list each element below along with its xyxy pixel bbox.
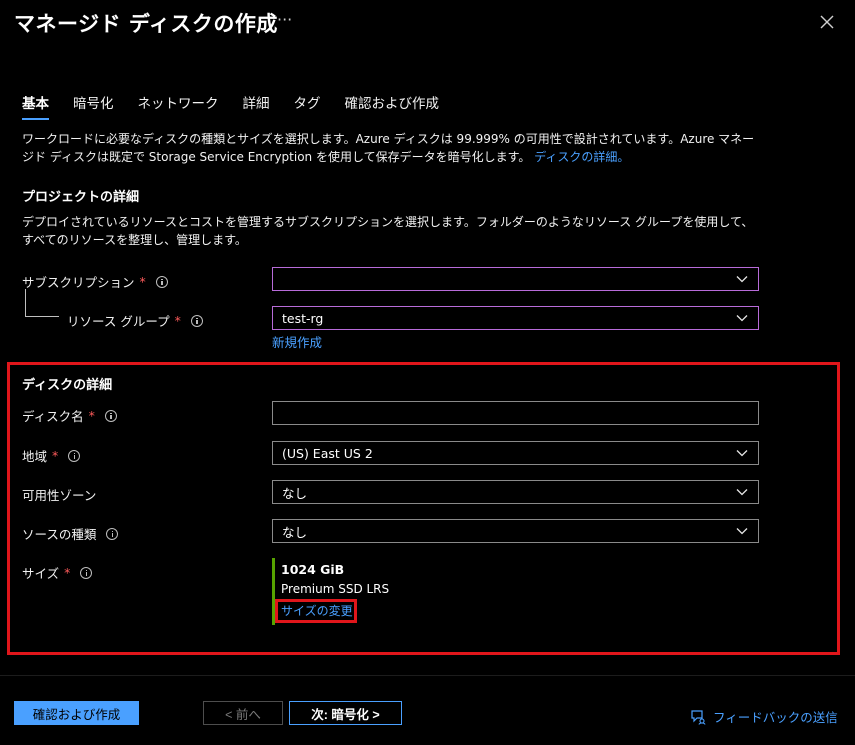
page-title: マネージド ディスクの作成	[14, 12, 278, 36]
source-type-label-text: ソースの種類	[22, 527, 97, 542]
source-type-select[interactable]: なし	[272, 519, 759, 543]
subscription-select[interactable]	[272, 267, 759, 291]
disk-details-heading: ディスクの詳細	[22, 378, 113, 393]
change-size-highlight	[275, 599, 357, 623]
tab-tags[interactable]: タグ	[294, 92, 321, 120]
subscription-label-text: サブスクリプション	[22, 275, 135, 290]
resource-group-select[interactable]: test-rg	[272, 306, 759, 330]
tree-connector	[25, 289, 26, 317]
required-mark: *	[174, 313, 181, 328]
tab-review-create[interactable]: 確認および作成	[345, 92, 440, 120]
region-label-text: 地域	[22, 449, 48, 464]
close-icon[interactable]	[816, 11, 838, 33]
tab-basics[interactable]: 基本	[22, 92, 49, 120]
disk-name-input[interactable]	[272, 401, 759, 425]
info-icon[interactable]	[190, 314, 203, 327]
source-type-value: なし	[282, 524, 308, 540]
chevron-down-icon	[736, 276, 748, 283]
project-details-heading: プロジェクトの詳細	[22, 190, 140, 205]
tab-network[interactable]: ネットワーク	[138, 92, 219, 120]
tab-bar: 基本 暗号化 ネットワーク 詳細 タグ 確認および作成	[22, 92, 463, 120]
review-create-button[interactable]: 確認および作成	[14, 701, 139, 725]
availability-zone-label: 可用性ゾーン	[22, 485, 96, 504]
project-details-description: デプロイされているリソースとコストを管理するサブスクリプションを選択します。フォ…	[22, 215, 754, 247]
feedback-icon	[691, 709, 706, 725]
availability-zone-value: なし	[282, 485, 308, 501]
feedback-link[interactable]: フィードバックの送信	[690, 707, 838, 726]
info-icon[interactable]	[68, 449, 81, 462]
previous-button[interactable]: < 前へ	[203, 701, 283, 725]
region-select[interactable]: (US) East US 2	[272, 441, 759, 465]
disk-name-label-text: ディスク名	[22, 409, 84, 424]
next-encryption-button[interactable]: 次: 暗号化 >	[289, 701, 402, 725]
more-options-icon[interactable]: ···	[277, 10, 292, 29]
required-mark: *	[139, 274, 146, 289]
availability-zone-select[interactable]: なし	[272, 480, 759, 504]
chevron-down-icon	[736, 489, 748, 496]
region-label: 地域 *	[22, 446, 81, 465]
resource-group-value: test-rg	[282, 310, 324, 326]
resource-group-label: リソース グループ *	[67, 311, 203, 330]
disk-name-label: ディスク名 *	[22, 406, 117, 425]
chevron-down-icon	[736, 528, 748, 535]
tab-advanced[interactable]: 詳細	[243, 92, 270, 120]
required-mark: *	[64, 565, 71, 580]
info-icon[interactable]	[104, 409, 117, 422]
intro-description: ワークロードに必要なディスクの種類とサイズを選択します。Azure ディスクは …	[22, 132, 755, 164]
create-new-link[interactable]: 新規作成	[272, 332, 322, 351]
footer-divider	[0, 675, 855, 676]
chevron-down-icon	[736, 450, 748, 457]
disk-sku: Premium SSD LRS	[281, 582, 390, 596]
required-mark: *	[52, 448, 59, 463]
info-icon[interactable]	[155, 275, 168, 288]
size-label: サイズ *	[22, 563, 93, 582]
source-type-label: ソースの種類	[22, 524, 119, 543]
info-icon[interactable]	[80, 566, 93, 579]
size-label-text: サイズ	[22, 566, 60, 581]
region-value: (US) East US 2	[282, 445, 373, 461]
disk-size-value: 1024 GiB	[281, 562, 345, 577]
resource-group-label-text: リソース グループ	[67, 314, 170, 329]
intro-text: ワークロードに必要なディスクの種類とサイズを選択します。Azure ディスクは …	[22, 130, 762, 166]
tree-connector	[25, 316, 59, 317]
availability-zone-label-text: 可用性ゾーン	[22, 488, 97, 503]
feedback-label: フィードバックの送信	[713, 710, 838, 725]
subscription-label: サブスクリプション *	[22, 272, 168, 291]
tab-encryption[interactable]: 暗号化	[73, 92, 114, 120]
info-icon[interactable]	[106, 527, 119, 540]
required-mark: *	[88, 408, 95, 423]
chevron-down-icon	[736, 315, 748, 322]
disk-details-link[interactable]: ディスクの詳細。	[534, 150, 629, 164]
